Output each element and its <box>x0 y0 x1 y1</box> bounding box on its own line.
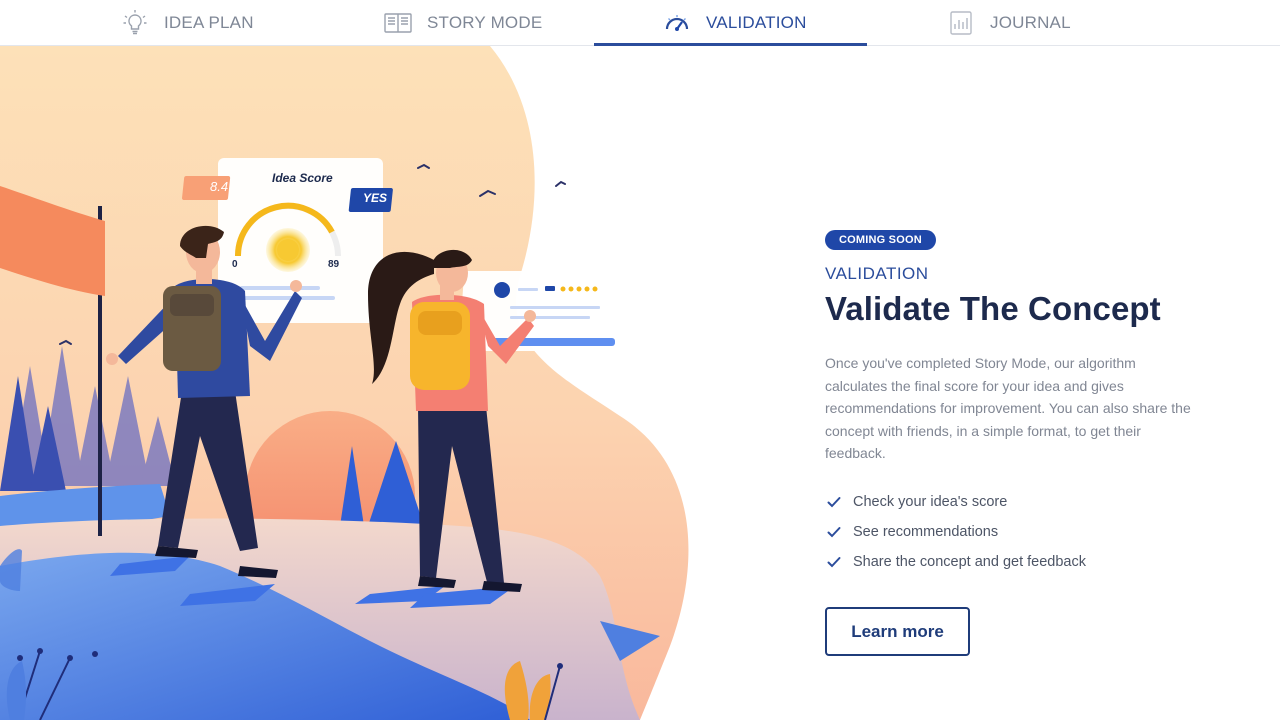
checklist-item-label: See recommendations <box>853 523 999 540</box>
gauge-min-label: 0 <box>232 259 238 270</box>
checklist-item-label: Share the concept and get feedback <box>853 553 1086 570</box>
coming-soon-badge: COMING SOON <box>825 230 936 250</box>
chart-document-icon <box>946 8 976 38</box>
validation-section: COMING SOON VALIDATION Validate The Conc… <box>825 230 1225 656</box>
gauge-icon <box>662 8 692 38</box>
feature-checklist: Check your idea's score See recommendati… <box>825 487 1225 577</box>
checkmark-icon <box>825 493 843 511</box>
checkmark-icon <box>825 553 843 571</box>
tab-label: IDEA PLAN <box>164 13 254 32</box>
checklist-item: See recommendations <box>825 517 1225 547</box>
top-navigation-tabs: IDEA PLAN STORY MODE VALIDATION JOURNAL <box>0 0 1280 46</box>
tab-story-mode[interactable]: STORY MODE <box>383 0 542 46</box>
hero-illustration: 8.4 YES Idea Score 0 89 <box>0 46 700 720</box>
tab-journal[interactable]: JOURNAL <box>946 0 1071 46</box>
checklist-item: Check your idea's score <box>825 487 1225 517</box>
checklist-item: Share the concept and get feedback <box>825 547 1225 577</box>
idea-score-title: Idea Score <box>272 171 333 185</box>
section-description: Once you've completed Story Mode, our al… <box>825 355 1191 461</box>
tab-label: JOURNAL <box>990 13 1071 32</box>
lightbulb-icon <box>120 8 150 38</box>
mountain-scene-illustration <box>0 46 689 720</box>
learn-more-button[interactable]: Learn more <box>825 607 970 656</box>
verdict-tag: YES <box>363 191 388 205</box>
book-icon <box>383 8 413 38</box>
gauge-max-label: 89 <box>328 259 340 270</box>
tab-idea-plan[interactable]: IDEA PLAN <box>120 0 254 46</box>
tab-validation[interactable]: VALIDATION <box>662 0 807 46</box>
tab-label: VALIDATION <box>706 13 807 32</box>
tab-label: STORY MODE <box>427 13 543 32</box>
score-tag: 8.4 <box>210 179 229 194</box>
checkmark-icon <box>825 523 843 541</box>
section-eyebrow: VALIDATION <box>825 264 929 283</box>
checklist-item-label: Check your idea's score <box>853 493 1008 510</box>
section-headline: Validate The Concept <box>825 290 1161 327</box>
active-tab-indicator <box>594 43 867 46</box>
